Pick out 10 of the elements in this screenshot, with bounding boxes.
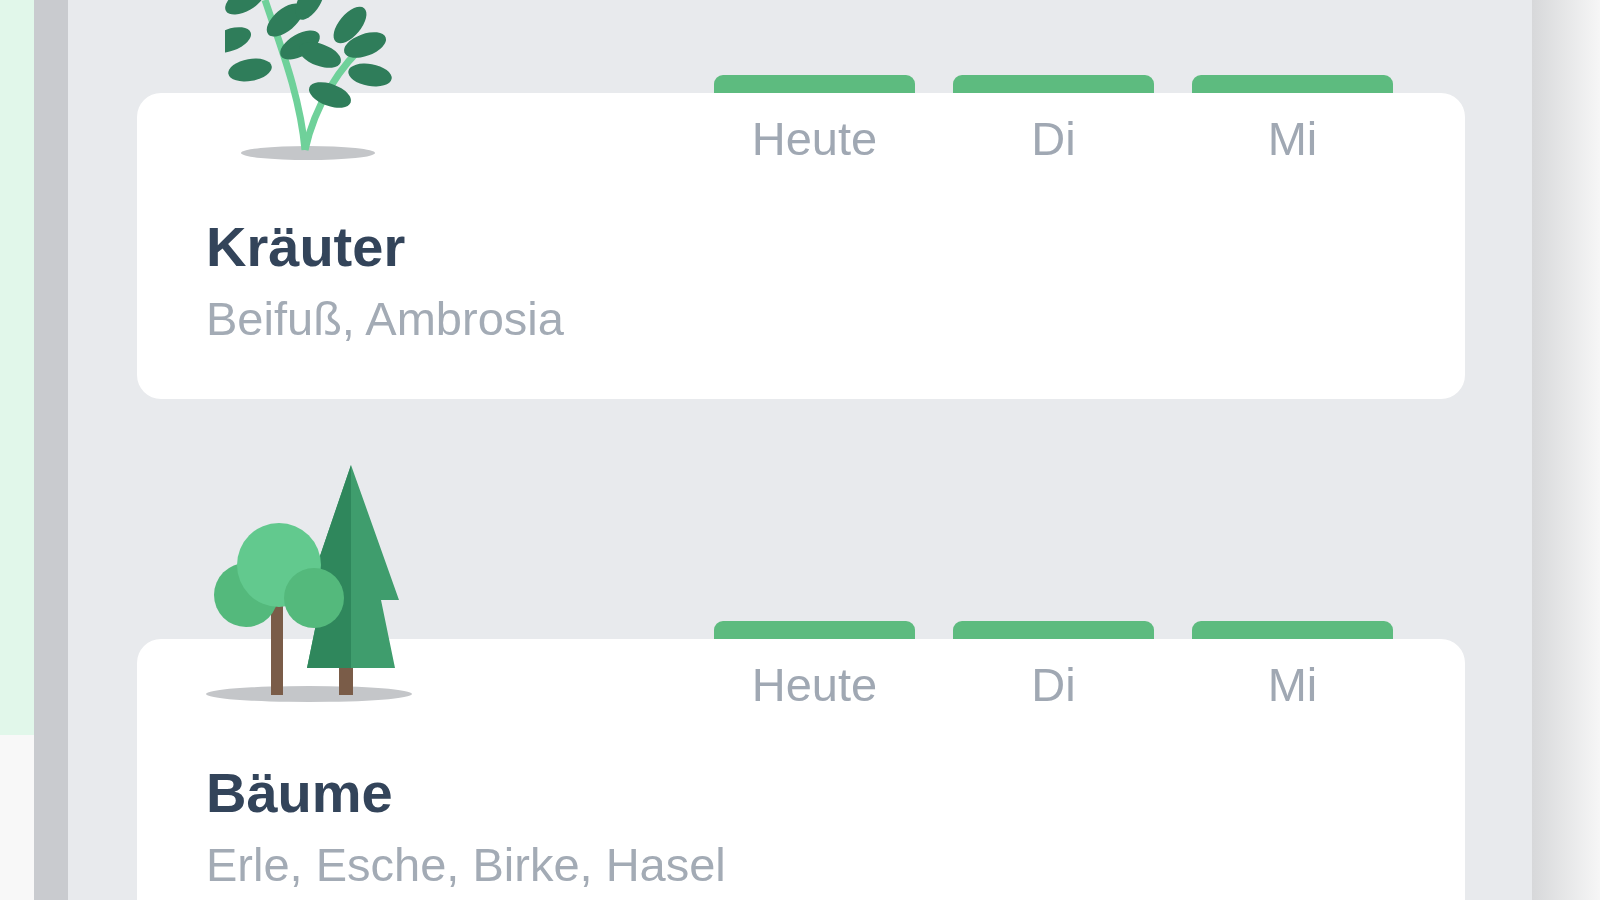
day-label: Heute <box>750 657 879 713</box>
category-title: Bäume <box>206 761 394 825</box>
day-label: Heute <box>750 111 879 167</box>
day-label: Di <box>1030 657 1077 713</box>
day-label: Mi <box>1266 111 1319 167</box>
day-label: Di <box>1030 111 1077 167</box>
category-subtitle: Erle, Esche, Birke, Hasel <box>206 837 727 893</box>
category-title: Kräuter <box>206 215 407 279</box>
category-subtitle: Beifuß, Ambrosia <box>206 291 565 347</box>
day-label: Mi <box>1266 657 1319 713</box>
